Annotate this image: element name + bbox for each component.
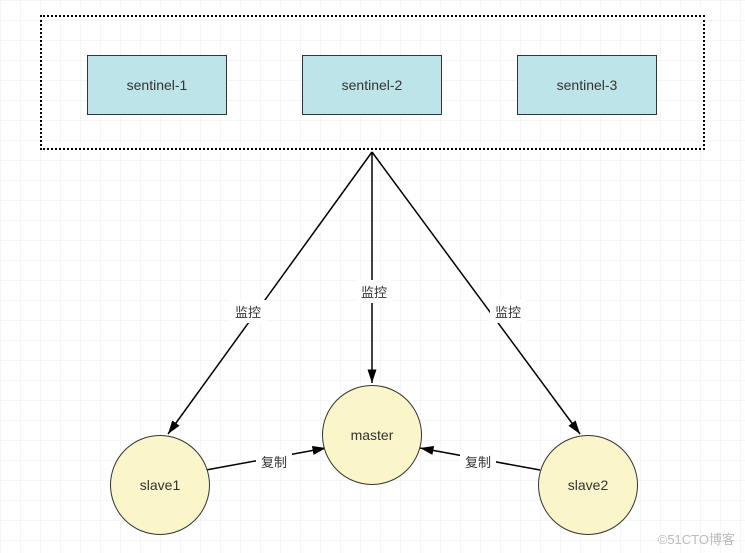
node-label: slave2 [568,477,608,493]
edge-label-monitor-left: 监控 [230,300,266,323]
edge-monitor-slave2 [372,152,580,434]
node-label: master [351,427,394,443]
edge-label-replicate-left: 复制 [256,450,292,473]
node-master: master [322,385,422,485]
edge-label-monitor-mid: 监控 [356,280,392,303]
sentinel-label: sentinel-2 [342,77,403,93]
watermark: ©51CTO博客 [658,529,735,548]
sentinel-label: sentinel-1 [127,77,188,93]
edge-label-replicate-right: 复制 [460,450,496,473]
edge-monitor-slave1 [168,152,372,434]
sentinel-box-2: sentinel-2 [302,55,442,115]
sentinel-group: sentinel-1 sentinel-2 sentinel-3 [40,15,705,150]
node-slave1: slave1 [110,435,210,535]
node-slave2: slave2 [538,435,638,535]
edge-label-monitor-right: 监控 [490,300,526,323]
sentinel-box-3: sentinel-3 [517,55,657,115]
sentinel-box-1: sentinel-1 [87,55,227,115]
sentinel-label: sentinel-3 [557,77,618,93]
node-label: slave1 [140,477,180,493]
